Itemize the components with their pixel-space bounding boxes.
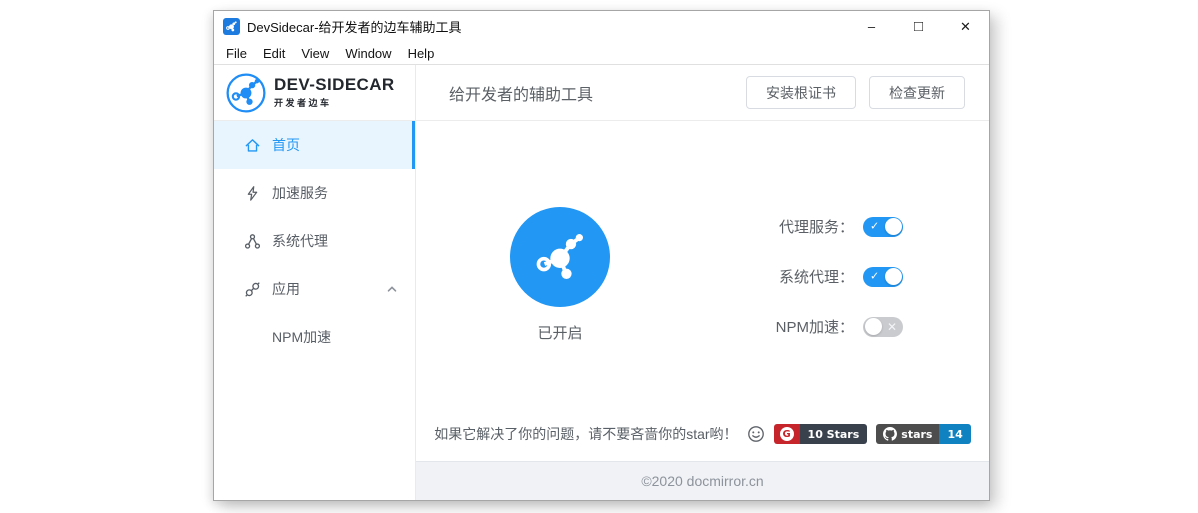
title-bar[interactable]: DevSidecar-给开发者的边车辅助工具 – □ ✕ (214, 11, 989, 42)
toggle-knob (865, 318, 882, 335)
gitee-icon: G (774, 424, 800, 444)
star-row: 如果它解决了你的问题，请不要吝啬你的star哟！ G 10 (416, 424, 989, 444)
main-content: 已开启 代理服务： ✓ 系统代理： ✓ (416, 121, 989, 461)
menu-window[interactable]: Window (337, 46, 399, 61)
switch-list: 代理服务： ✓ 系统代理： ✓ NPM加速： (762, 215, 903, 365)
menu-edit[interactable]: Edit (255, 46, 293, 61)
maximize-button[interactable]: □ (895, 11, 942, 42)
logo-title: DEV-SIDECAR (274, 76, 395, 94)
app-body: DEV-SIDECAR 开发者边车 首页 加速服务 (214, 65, 989, 500)
sidebar-item-home[interactable]: 首页 (214, 121, 415, 169)
menu-bar: File Edit View Window Help (214, 42, 989, 65)
check-update-button[interactable]: 检查更新 (869, 76, 965, 109)
x-icon: ✕ (887, 321, 897, 333)
system-proxy-toggle[interactable]: ✓ (863, 267, 903, 287)
github-icon (883, 427, 897, 441)
sidebar-item-label: 加速服务 (272, 183, 328, 203)
github-stars-count: 14 (939, 424, 970, 444)
github-stars-badge[interactable]: stars 14 (876, 424, 971, 444)
switch-label: 代理服务： (762, 216, 854, 237)
switch-row-system-proxy: 系统代理： ✓ (762, 265, 903, 288)
chevron-up-icon[interactable] (387, 285, 397, 293)
proxy-service-toggle[interactable]: ✓ (863, 217, 903, 237)
home-icon (244, 137, 261, 154)
sidebar-item-apps[interactable]: 应用 (214, 265, 415, 313)
sidebar-logo: DEV-SIDECAR 开发者边车 (214, 65, 415, 121)
logo-text: DEV-SIDECAR 开发者边车 (274, 76, 395, 109)
check-icon: ✓ (870, 221, 879, 232)
switch-row-npm-acceleration: NPM加速： ✕ (762, 315, 903, 338)
switch-label: NPM加速： (762, 316, 854, 337)
smiley-icon (747, 425, 765, 443)
github-stars-label: stars (901, 428, 932, 441)
logo-subtitle: 开发者边车 (274, 96, 395, 109)
close-button[interactable]: ✕ (942, 11, 989, 42)
sidebar-item-npm-acceleration[interactable]: NPM加速 (214, 313, 415, 361)
molecule-icon (225, 20, 238, 33)
window-title: DevSidecar-给开发者的边车辅助工具 (247, 17, 462, 36)
sidebar-item-acceleration[interactable]: 加速服务 (214, 169, 415, 217)
footer: ©2020 docmirror.cn (416, 461, 989, 500)
app-logo-icon (223, 18, 240, 35)
app-window: DevSidecar-给开发者的边车辅助工具 – □ ✕ File Edit V… (213, 10, 990, 501)
bolt-icon (244, 185, 261, 202)
toggle-knob (885, 268, 902, 285)
sidebar-item-label: 系统代理 (272, 231, 328, 251)
switch-row-proxy-service: 代理服务： ✓ (762, 215, 903, 238)
gitee-stars-count: 10 Stars (800, 424, 868, 444)
header-buttons: 安装根证书 检查更新 (746, 76, 965, 109)
status-label: 已开启 (510, 322, 610, 343)
main-panel: 给开发者的辅助工具 安装根证书 检查更新 (416, 65, 989, 500)
menu-view[interactable]: View (293, 46, 337, 61)
dev-sidecar-logo-icon (225, 72, 267, 114)
sidebar-item-label: NPM加速 (272, 327, 331, 347)
check-icon: ✓ (870, 271, 879, 282)
minimize-button[interactable]: – (848, 11, 895, 42)
toggle-knob (885, 218, 902, 235)
main-header: 给开发者的辅助工具 安装根证书 检查更新 (416, 65, 989, 121)
npm-acceleration-toggle[interactable]: ✕ (863, 317, 903, 337)
install-root-cert-button[interactable]: 安装根证书 (746, 76, 856, 109)
sidebar-nav: 首页 加速服务 系统代理 (214, 121, 415, 500)
copyright-text: ©2020 docmirror.cn (641, 473, 763, 489)
menu-help[interactable]: Help (400, 46, 443, 61)
page-title: 给开发者的辅助工具 (449, 81, 593, 105)
molecule-icon (529, 226, 591, 288)
sidebar: DEV-SIDECAR 开发者边车 首页 加速服务 (214, 65, 416, 500)
sidebar-item-label: 应用 (272, 279, 300, 299)
sidebar-item-label: 首页 (272, 135, 300, 155)
status-block: 已开启 (510, 207, 610, 343)
star-message: 如果它解决了你的问题，请不要吝啬你的star哟！ (434, 424, 737, 444)
window-controls: – □ ✕ (848, 11, 989, 42)
menu-file[interactable]: File (218, 46, 255, 61)
power-status-circle[interactable] (510, 207, 610, 307)
switch-label: 系统代理： (762, 266, 854, 287)
gitee-stars-badge[interactable]: G 10 Stars (774, 424, 868, 444)
plug-icon (244, 281, 261, 298)
share-icon (244, 233, 261, 250)
sidebar-item-system-proxy[interactable]: 系统代理 (214, 217, 415, 265)
